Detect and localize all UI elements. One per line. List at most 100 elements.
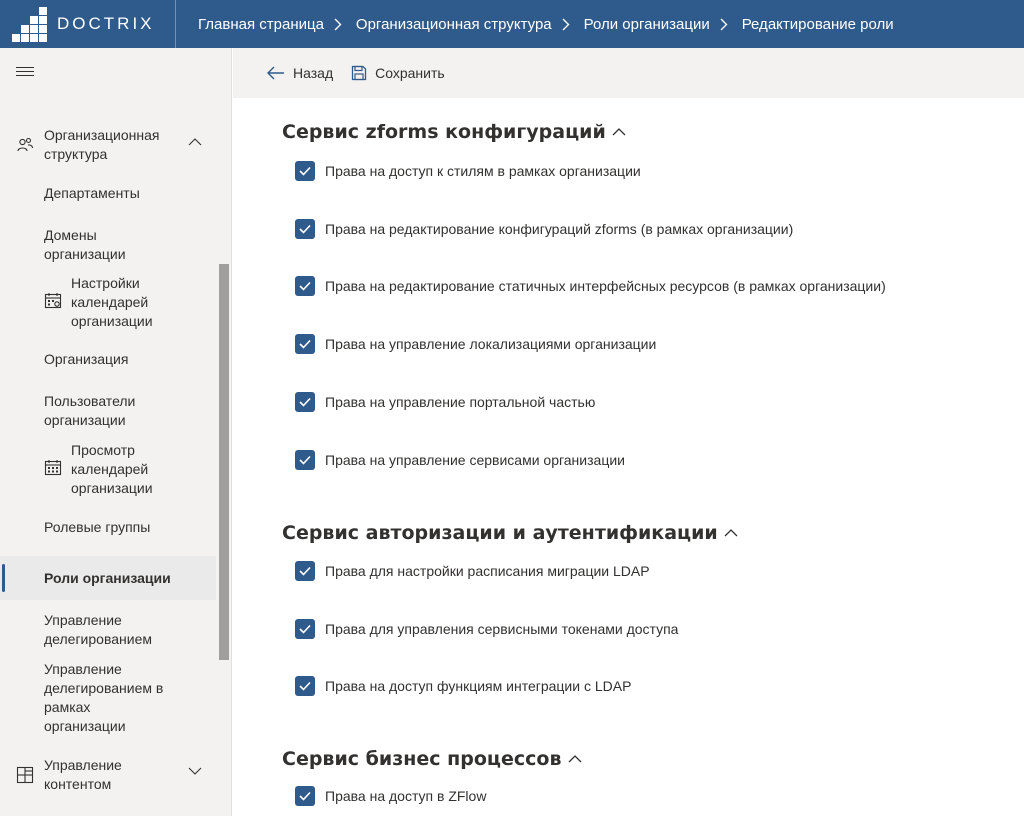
hamburger-menu-icon[interactable] <box>16 66 34 80</box>
permission-label: Права на доступ к стилям в рамках органи… <box>325 163 641 179</box>
sidebar-item-org-domains[interactable]: Домены организации <box>0 226 216 266</box>
permission-item: Права на управление локализациями органи… <box>295 334 656 354</box>
checkmark-icon <box>299 681 311 691</box>
breadcrumb-edit-role: Редактирование роли <box>741 15 894 33</box>
sidebar-item-label: Управление делегированием <box>44 612 152 647</box>
sidebar-item-org-structure[interactable]: Организационная структура <box>0 126 216 166</box>
permission-label: Права для управления сервисными токенами… <box>325 621 679 637</box>
sidebar-item-label: Организационная структура <box>44 127 160 162</box>
save-button[interactable]: Сохранить <box>351 65 445 81</box>
section-title-bpm: Сервис бизнес процессов <box>282 748 582 770</box>
sidebar-item-content[interactable]: Управление контентом <box>0 756 216 796</box>
chevron-down-icon[interactable] <box>188 766 202 776</box>
people-icon <box>17 137 34 152</box>
permission-item: Права на доступ функциям интеграции с LD… <box>295 676 631 696</box>
sidebar-item-label: Управление делегированием в рамках орган… <box>44 661 164 734</box>
brand-logo-icon <box>12 6 47 42</box>
checkbox[interactable] <box>295 561 315 581</box>
permission-label: Права для настройки расписания миграции … <box>325 563 650 579</box>
brand-logo[interactable]: DOCTRIX <box>0 0 176 48</box>
sidebar-item-label: Домены организации <box>44 227 126 262</box>
back-button[interactable]: Назад <box>267 65 333 81</box>
sidebar: Организационная структура Департаменты Д… <box>0 48 232 816</box>
sidebar-item-label: Организация <box>44 351 129 367</box>
sidebar-item-label: Департаменты <box>44 185 140 201</box>
breadcrumb: Главная страница Организационная структу… <box>176 16 894 33</box>
sidebar-item-delegation-org[interactable]: Управление делегированием в рамках орган… <box>0 660 216 738</box>
checkbox[interactable] <box>295 676 315 696</box>
section-heading: Сервис zforms конфигураций <box>282 121 606 143</box>
checkmark-icon <box>299 455 311 465</box>
permission-item: Права для настройки расписания миграции … <box>295 561 650 581</box>
checkbox[interactable] <box>295 786 315 806</box>
permission-label: Права на управление сервисами организаци… <box>325 452 625 468</box>
permission-label: Права на редактирование статичных интерф… <box>325 278 886 294</box>
permission-item: Права на управление сервисами организаци… <box>295 450 625 470</box>
sidebar-item-role-groups[interactable]: Ролевые группы <box>0 518 216 538</box>
command-bar: Назад Сохранить <box>233 48 1024 98</box>
sidebar-item-label: Настройки календарей организации <box>71 275 153 329</box>
permission-item: Права на редактирование статичных интерф… <box>295 276 886 296</box>
back-button-label: Назад <box>293 65 334 81</box>
sidebar-item-org-users[interactable]: Пользователи организации <box>0 392 216 432</box>
breadcrumb-org-structure[interactable]: Организационная структура <box>356 16 552 33</box>
chevron-up-icon[interactable] <box>612 127 626 137</box>
save-icon <box>351 65 367 81</box>
sidebar-scrollbar-thumb[interactable] <box>219 264 229 660</box>
permission-label: Права на редактирование конфигураций zfo… <box>325 221 794 237</box>
section-title-auth: Сервис авторизации и аутентификации <box>282 522 738 544</box>
arrow-left-icon <box>267 66 284 80</box>
permission-item: Права на доступ к стилям в рамках органи… <box>295 161 641 181</box>
sidebar-item-label: Роли организации <box>44 570 171 586</box>
sidebar-item-organization[interactable]: Организация <box>0 350 216 370</box>
calendar-icon <box>44 460 62 476</box>
sidebar-item-label: Просмотр календарей организации <box>71 442 153 496</box>
chevron-up-icon[interactable] <box>724 528 738 538</box>
checkmark-icon <box>299 281 311 291</box>
chevron-right-icon <box>720 17 732 31</box>
checkbox[interactable] <box>295 392 315 412</box>
section-heading: Сервис бизнес процессов <box>282 748 562 770</box>
chevron-right-icon <box>562 17 574 31</box>
checkbox[interactable] <box>295 334 315 354</box>
checkmark-icon <box>299 624 311 634</box>
section-title-zforms: Сервис zforms конфигураций <box>282 121 626 143</box>
sidebar-item-delegation[interactable]: Управление делегированием <box>0 611 216 651</box>
permission-item: Права для управления сервисными токенами… <box>295 619 678 639</box>
checkbox[interactable] <box>295 450 315 470</box>
checkmark-icon <box>299 339 311 349</box>
checkbox[interactable] <box>295 276 315 296</box>
save-button-label: Сохранить <box>375 65 445 81</box>
permission-item: Права на редактирование конфигураций zfo… <box>295 219 793 239</box>
permission-label: Права на управление портальной частью <box>325 394 596 410</box>
checkmark-icon <box>299 566 311 576</box>
chevron-up-icon[interactable] <box>568 754 582 764</box>
permission-label: Права на управление локализациями органи… <box>325 336 657 352</box>
chevron-right-icon <box>334 17 346 31</box>
checkmark-icon <box>299 166 311 176</box>
checkmark-icon <box>299 791 311 801</box>
section-heading: Сервис авторизации и аутентификации <box>282 522 718 544</box>
sidebar-item-org-roles[interactable]: Роли организации <box>0 569 216 589</box>
checkbox[interactable] <box>295 619 315 639</box>
breadcrumb-org-roles[interactable]: Роли организации <box>584 16 710 33</box>
permission-item: Права на управление портальной частью <box>295 392 595 412</box>
sidebar-item-calendar-view[interactable]: Просмотр календарей организации <box>0 441 216 499</box>
sidebar-item-label: Пользователи организации <box>44 393 136 428</box>
sidebar-item-label: Управление контентом <box>44 757 122 792</box>
breadcrumb-home[interactable]: Главная страница <box>198 16 324 33</box>
sidebar-item-departments[interactable]: Департаменты <box>0 184 216 204</box>
checkmark-icon <box>299 224 311 234</box>
top-header: DOCTRIX Главная страница Организационная… <box>0 0 1024 48</box>
calendar-settings-icon <box>44 293 62 309</box>
chevron-up-icon[interactable] <box>188 137 202 147</box>
permission-item: Права на доступ в ZFlow <box>295 786 486 806</box>
sidebar-item-label: Ролевые группы <box>44 519 151 535</box>
checkbox[interactable] <box>295 161 315 181</box>
permission-label: Права на доступ в ZFlow <box>325 788 487 804</box>
permission-label: Права на доступ функциям интеграции с LD… <box>325 678 632 694</box>
checkbox[interactable] <box>295 219 315 239</box>
sidebar-item-calendar-settings[interactable]: Настройки календарей организации <box>0 274 216 332</box>
brand-name: DOCTRIX <box>57 14 155 33</box>
checkmark-icon <box>299 397 311 407</box>
